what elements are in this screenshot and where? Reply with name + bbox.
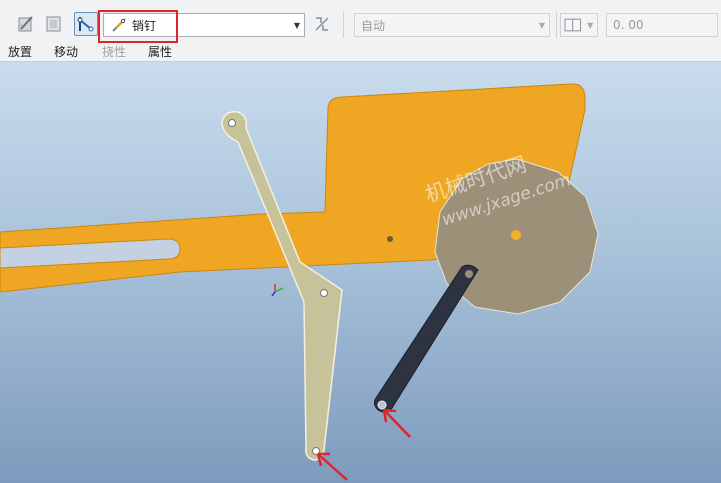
sheet-icon-button[interactable]: [42, 12, 66, 36]
flip-icon-button[interactable]: [310, 12, 334, 36]
offset-value: 0. 00: [613, 18, 644, 32]
crank-top-hole: [465, 270, 473, 278]
coupler-mid-hole: [320, 289, 328, 297]
offset-icon: [564, 18, 581, 32]
coupler-top-hole: [228, 119, 236, 127]
model-graphics: 机械时代网 www.jxage.com: [0, 83, 599, 481]
toolbar-separator: [343, 12, 344, 38]
annotation-arrow-right: [382, 408, 411, 438]
tab-flexibility[interactable]: 挠性: [102, 43, 126, 60]
toolbar-separator: [556, 12, 557, 38]
disc-center-hole: [511, 230, 521, 240]
chevron-down-icon: ▼: [587, 20, 594, 30]
offset-type-select[interactable]: ▼: [560, 13, 598, 37]
crank-link: [373, 264, 479, 413]
offset-value-input[interactable]: 0. 00: [606, 13, 718, 37]
connection-toggle-button[interactable]: [74, 12, 98, 36]
flip-icon: [315, 17, 329, 31]
tab-placement[interactable]: 放置: [8, 43, 32, 60]
constraint-mode-select[interactable]: 自动 ▼: [354, 13, 550, 37]
tab-properties[interactable]: 属性: [148, 43, 172, 60]
connection-icon: [77, 17, 94, 32]
constraint-icon-button[interactable]: [14, 12, 38, 36]
sheet-icon: [46, 16, 61, 32]
frame-hole: [387, 236, 393, 242]
coordinate-triad: [271, 284, 284, 297]
constraint-mode-value: 自动: [361, 18, 386, 33]
annotation-highlight-box: [98, 10, 178, 43]
crank-bottom-hole: [377, 400, 387, 410]
chevron-down-icon: ▼: [293, 20, 301, 30]
coupler-link: [221, 110, 343, 461]
assembly-toolbar: 销钉 ▼ 自动 ▼ ▼ 0. 00 放置 移动 挠性 属性: [0, 0, 721, 62]
annotation-arrow-left: [316, 452, 348, 481]
model-viewport[interactable]: 机械时代网 www.jxage.com: [0, 62, 721, 483]
constraint-icon: [18, 16, 33, 32]
tab-move[interactable]: 移动: [54, 43, 78, 60]
chevron-down-icon: ▼: [538, 20, 546, 30]
